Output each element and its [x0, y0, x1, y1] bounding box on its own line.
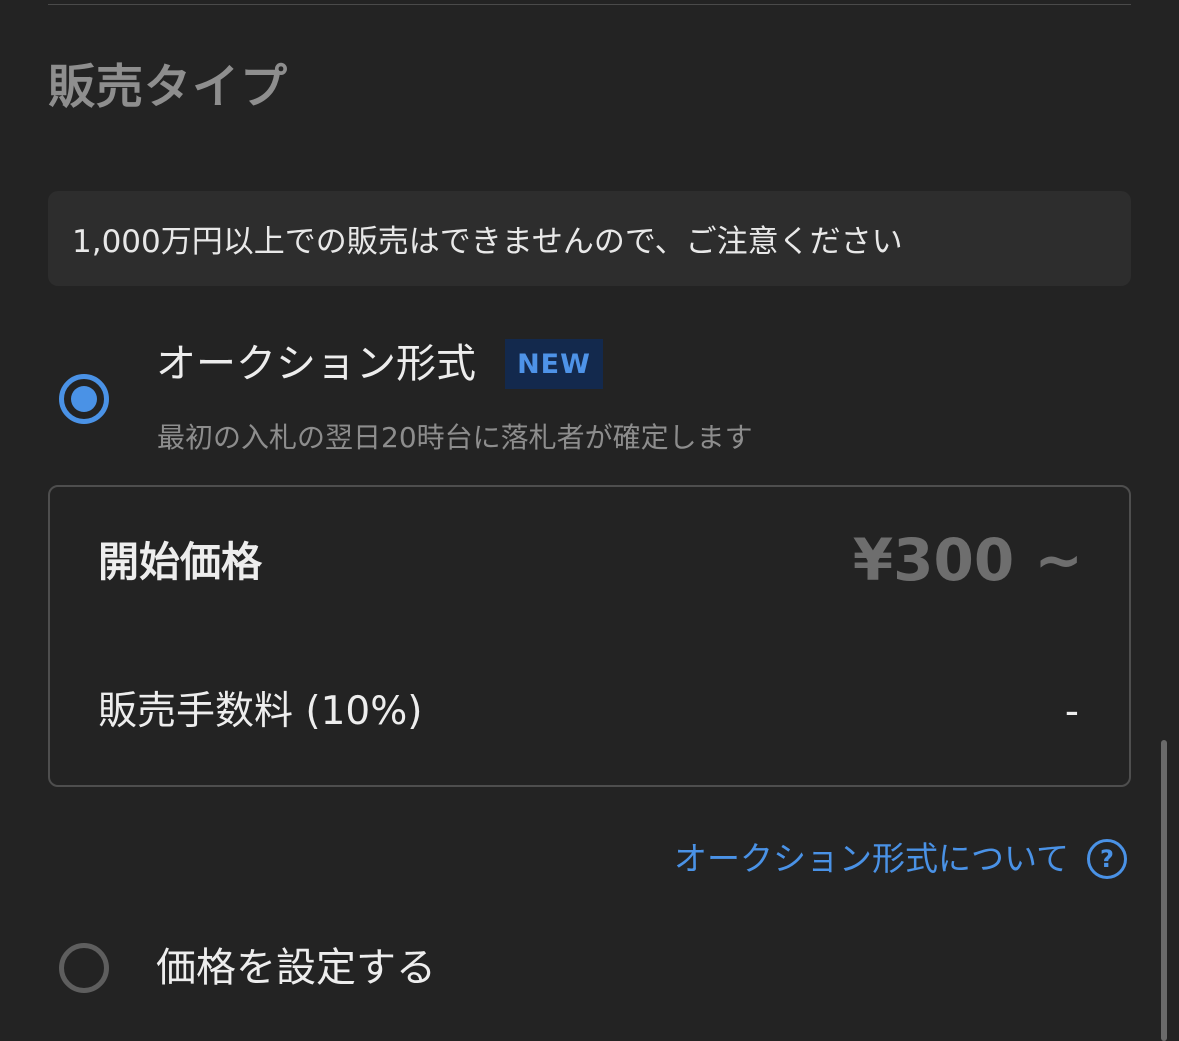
sales-fee-value: -: [1064, 689, 1079, 734]
help-circle-icon[interactable]: ?: [1087, 839, 1127, 879]
top-divider: [48, 4, 1131, 5]
about-auction-link[interactable]: オークション形式について: [674, 836, 1069, 882]
scrollbar[interactable]: [1161, 740, 1167, 1041]
sale-type-screen: 販売タイプ 1,000万円以上での販売はできませんので、ご注意ください オークシ…: [0, 0, 1179, 1041]
new-badge: NEW: [505, 339, 603, 389]
auction-option-description: 最初の入札の翌日20時台に落札者が確定します: [157, 421, 753, 454]
section-title: 販売タイプ: [48, 60, 288, 115]
auction-price-box: 開始価格 ¥300 ~ 販売手数料 (10%) -: [48, 485, 1131, 787]
auction-option-label[interactable]: オークション形式: [156, 336, 476, 392]
notice-text: 1,000万円以上での販売はできませんので、ご注意ください: [72, 224, 903, 260]
start-price-label: 開始価格: [98, 538, 262, 586]
set-price-radio-button[interactable]: [59, 943, 109, 993]
set-price-option-label[interactable]: 価格を設定する: [156, 940, 436, 996]
auction-radio-button[interactable]: [59, 374, 109, 424]
notice-banner: 1,000万円以上での販売はできませんので、ご注意ください: [48, 191, 1131, 286]
sales-fee-label: 販売手数料 (10%): [98, 689, 423, 734]
start-price-input[interactable]: ¥300 ~: [853, 525, 1083, 595]
radio-selected-dot: [71, 386, 97, 412]
